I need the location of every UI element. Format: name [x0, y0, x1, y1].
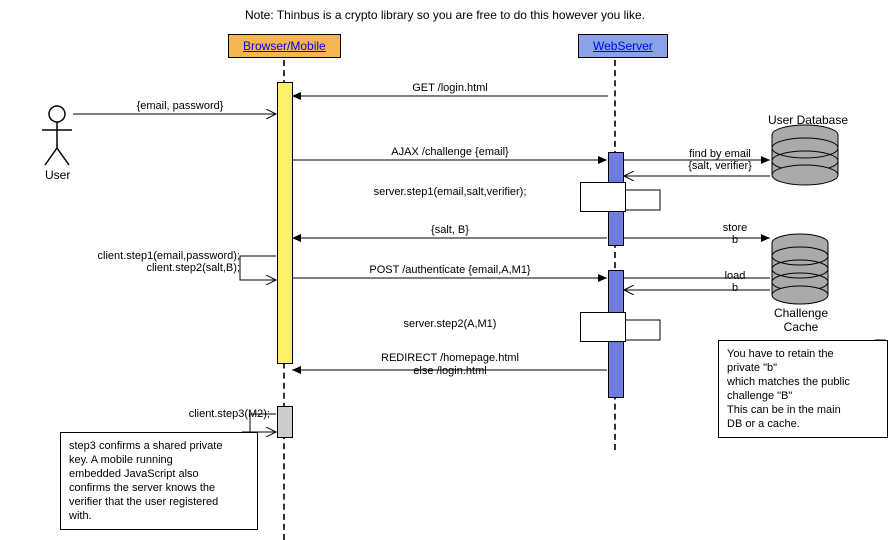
user-database-label: User Database	[748, 113, 868, 127]
activation-client-step3	[277, 406, 293, 438]
participant-webserver: WebServer	[578, 34, 668, 58]
note-cache: You have to retain the private "b" which…	[718, 340, 888, 438]
selfcall-server-step2	[580, 312, 626, 342]
challenge-cache-icon	[772, 234, 828, 304]
note-step3: step3 confirms a shared private key. A m…	[60, 432, 258, 530]
msg-email-password: {email, password}	[110, 100, 250, 113]
actor-user-label: User	[45, 168, 70, 182]
selfcall-server-step1	[580, 182, 626, 212]
msg-get-login: GET /login.html	[300, 82, 600, 95]
msg-redirect: REDIRECT /homepage.html else /login.html	[300, 352, 600, 378]
diagram-title: Note: Thinbus is a crypto library so you…	[0, 8, 890, 22]
msg-client-steps: client.step1(email,password); client.ste…	[60, 250, 240, 274]
msg-client-step3: client.step3(M2);	[160, 408, 270, 420]
actor-user-figure	[42, 106, 72, 165]
user-database-icon	[772, 125, 838, 185]
msg-server-step2: server.step2(A,M1)	[300, 318, 600, 331]
cache-load-label: load b	[700, 270, 770, 294]
msg-server-step1: server.step1(email,salt,verifier);	[300, 186, 600, 199]
msg-post-auth: POST /authenticate {email,A,M1}	[300, 264, 600, 277]
cache-store-label: store b	[700, 222, 770, 246]
participant-browser: Browser/Mobile	[228, 34, 341, 58]
activation-browser	[277, 82, 293, 364]
msg-salt-b: {salt, B}	[300, 224, 600, 237]
db-find-label: find by email {salt, verifier}	[670, 148, 770, 172]
msg-ajax-challenge: AJAX /challenge {email}	[300, 146, 600, 159]
challenge-cache-label: Challenge Cache	[756, 306, 846, 334]
